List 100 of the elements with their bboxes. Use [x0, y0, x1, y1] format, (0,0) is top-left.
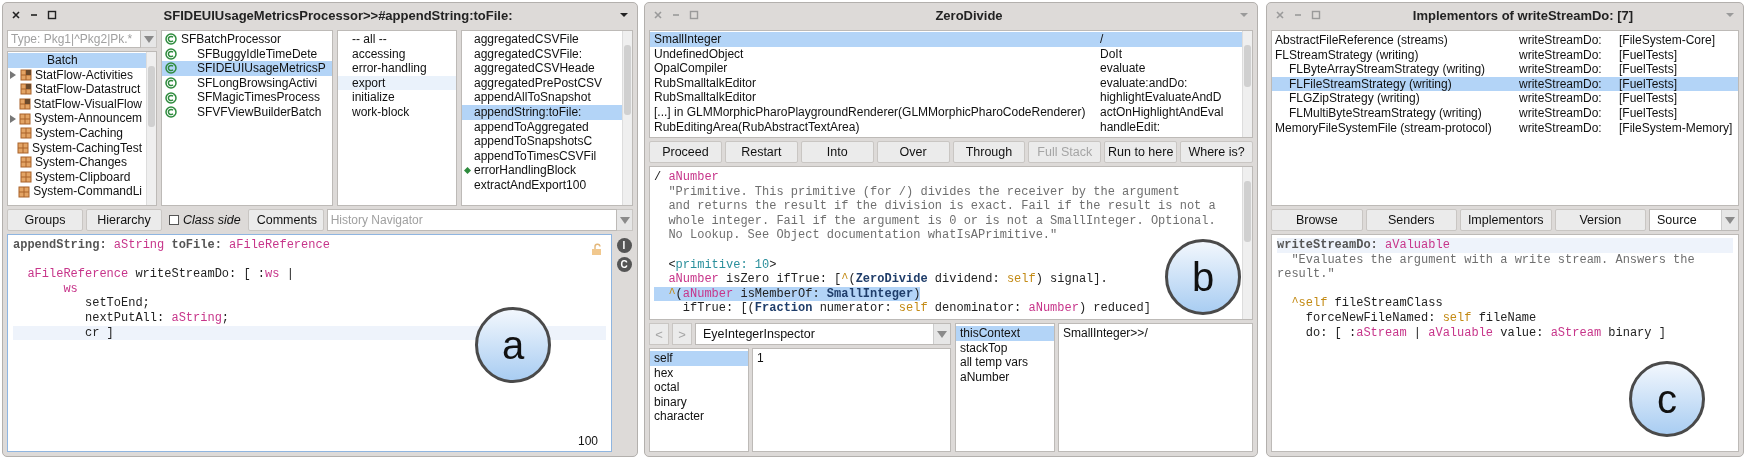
package-item[interactable]: System-CachingTest: [8, 140, 146, 156]
result-row[interactable]: MemoryFileSystemFile (stream-protocol) writeStreamDo: [FileSystem-Memory]: [1272, 120, 1738, 136]
side-button[interactable]: C: [616, 257, 632, 272]
package-item[interactable]: StatFlow-Datastruct: [8, 82, 146, 97]
package-item[interactable]: System-Caching: [8, 125, 146, 141]
stack-frame[interactable]: RubSmalltalkEditor highlightEvaluateAndD: [650, 90, 1242, 105]
method-item[interactable]: appendAllToSnapshot: [462, 90, 622, 105]
package-filter-field[interactable]: Type: Pkg1|^Pkg2|Pk.*: [7, 30, 141, 48]
debugger-button[interactable]: Run to here: [1104, 141, 1178, 163]
scrollbar[interactable]: [146, 52, 156, 205]
class-item[interactable]: SFLongBrowsingActivi: [162, 75, 332, 91]
protocol-item[interactable]: export: [338, 75, 456, 91]
context-field[interactable]: stackTop: [956, 340, 1054, 356]
stack-frame[interactable]: OpalCompiler evaluate: [650, 61, 1242, 76]
scrollbar[interactable]: [622, 31, 632, 205]
package-item[interactable]: System-CommandLi: [8, 184, 146, 199]
stack-frame[interactable]: SmallInteger /: [650, 32, 1242, 47]
debugger-button[interactable]: Over: [876, 141, 950, 163]
context-field[interactable]: aNumber: [956, 369, 1054, 385]
selector-cell-text: writeStreamDo:: [1519, 91, 1603, 106]
code-line: No Lookup. See Object documentation whatIsAPrimitive.": [667, 228, 1058, 243]
status-text: 100: [577, 434, 599, 448]
method-item[interactable]: aggregatedCSVFile: [462, 32, 622, 47]
inspector-field[interactable]: character: [650, 409, 748, 424]
method-item[interactable]: errorHandlingBlock: [462, 163, 622, 178]
dropdown-button[interactable]: [617, 209, 633, 231]
protocol-item[interactable]: accessing: [338, 46, 456, 62]
package-item[interactable]: StatFlow-VisualFlow: [8, 96, 146, 112]
browse-button[interactable]: Senders: [1365, 209, 1457, 231]
method-item[interactable]: aggregatedPrePostCSV: [462, 75, 622, 91]
class-cell-text: FLFileStreamStrategy (writing): [1288, 76, 1453, 92]
stack-frame[interactable]: RubEditingArea(RubAbstractTextArea) handleEdit:: [650, 119, 1242, 135]
context-field[interactable]: thisContext: [956, 326, 1054, 341]
side-button[interactable]: I: [616, 238, 632, 253]
protocol-item[interactable]: -- all --: [338, 32, 456, 47]
result-row[interactable]: FLByteArrayStreamStrategy (writing) writeStreamDo: [FuelTests]: [1272, 62, 1738, 77]
expand-icon[interactable]: [10, 114, 16, 123]
inspector-field[interactable]: octal: [650, 380, 748, 395]
stack-frame[interactable]: RubSmalltalkEditor evaluate:andDo:: [650, 75, 1242, 91]
method-item[interactable]: appendToSnapshotsC: [462, 134, 622, 149]
debugger-button[interactable]: Through: [952, 141, 1026, 163]
browse-button[interactable]: Browse: [1271, 209, 1363, 231]
method-item[interactable]: aggregatedCSVFile:: [462, 46, 622, 62]
package-icon: [20, 127, 32, 140]
window-menu-icon[interactable]: [619, 12, 629, 18]
close-icon[interactable]: [11, 10, 21, 20]
debugger-button[interactable]: Into: [800, 141, 874, 163]
expand-icon[interactable]: [10, 70, 16, 79]
class-side-checkbox[interactable]: Class side: [165, 209, 245, 231]
package-icon: [16, 141, 29, 154]
class-item[interactable]: SFBatchProcessor: [162, 32, 332, 47]
debugger-button[interactable]: Where is?: [1180, 141, 1253, 163]
package-item[interactable]: Batch: [8, 53, 146, 68]
context-field[interactable]: all temp vars: [956, 355, 1054, 370]
result-row[interactable]: FLMultiByteStreamStrategy (writing) writeStreamDo: [FuelTests]: [1272, 105, 1738, 121]
selector-cell-text: writeStreamDo:: [1519, 62, 1603, 77]
method-item[interactable]: appendString:toFile:: [462, 104, 622, 120]
scrollbar[interactable]: [1242, 167, 1252, 319]
inspector-field[interactable]: self: [650, 351, 748, 366]
package-item[interactable]: System-Announcem: [8, 111, 146, 126]
method-item[interactable]: extractAndExport100: [462, 177, 622, 193]
protocol-item[interactable]: initialize: [338, 90, 456, 105]
inspector-field[interactable]: binary: [650, 394, 748, 410]
protocol-item[interactable]: work-block: [338, 104, 456, 120]
debugger-button[interactable]: Restart: [724, 141, 798, 163]
toolbar-button[interactable]: Comments: [247, 209, 324, 231]
browse-button[interactable]: Implementors: [1460, 209, 1552, 231]
scrollbar[interactable]: [1242, 31, 1252, 137]
toolbar-button[interactable]: Hierarchy: [86, 209, 162, 231]
class-item[interactable]: SFIDEUIUsageMetricsP: [162, 61, 332, 76]
code-editor[interactable]: [649, 166, 1253, 320]
class-item[interactable]: SFBuggyIdleTimeDete: [162, 46, 332, 62]
stack-frame[interactable]: UndefinedObject DoIt: [650, 46, 1242, 62]
debugger-button[interactable]: Proceed: [649, 141, 722, 163]
class-item[interactable]: SFMagicTimesProcess: [162, 90, 332, 105]
dropdown-button[interactable]: [141, 30, 157, 48]
maximize-icon[interactable]: [47, 10, 57, 20]
protocol-item[interactable]: error-handling: [338, 61, 456, 76]
method-item[interactable]: appendToAggregated: [462, 119, 622, 135]
stack-frame[interactable]: [...] in GLMMorphicPharoPlaygroundRenderer(GLMMorphicPharoCodeRenderer) actOnHighlightAndEval: [650, 104, 1242, 120]
history-field[interactable]: History Navigator: [326, 209, 617, 231]
method-item[interactable]: appendToTimesCSVFil: [462, 148, 622, 164]
class-cell-text: AbstractFileReference (streams): [1275, 33, 1449, 48]
method-item[interactable]: aggregatedCSVHeade: [462, 61, 622, 76]
result-row[interactable]: FLStreamStrategy (writing) writeStreamDo: [FuelTests]: [1272, 47, 1738, 63]
code-line: ^self fileStreamClass: [1290, 296, 1443, 311]
package-item[interactable]: System-Clipboard: [8, 169, 146, 185]
lock-icon[interactable]: [591, 243, 603, 255]
inspector-field[interactable]: hex: [650, 365, 748, 381]
inspector-dropdown[interactable]: EyeIntegerInspector: [695, 323, 951, 345]
result-row[interactable]: FLFileStreamStrategy (writing) writeStreamDo: [FuelTests]: [1272, 76, 1738, 92]
result-row[interactable]: FLGZipStrategy (writing) writeStreamDo: [FuelTests]: [1272, 91, 1738, 106]
package-icon: [20, 83, 32, 96]
class-item[interactable]: SFVFViewBuilderBatch: [162, 104, 332, 120]
result-row[interactable]: AbstractFileReference (streams) writeStreamDo: [FileSystem-Core]: [1272, 33, 1738, 48]
package-item[interactable]: StatFlow-Activities: [8, 67, 146, 83]
browse-button[interactable]: Version: [1554, 209, 1646, 231]
mode-dropdown[interactable]: Source: [1649, 209, 1739, 231]
toolbar-button[interactable]: Groups: [7, 209, 83, 231]
package-item[interactable]: System-Changes: [8, 155, 146, 170]
